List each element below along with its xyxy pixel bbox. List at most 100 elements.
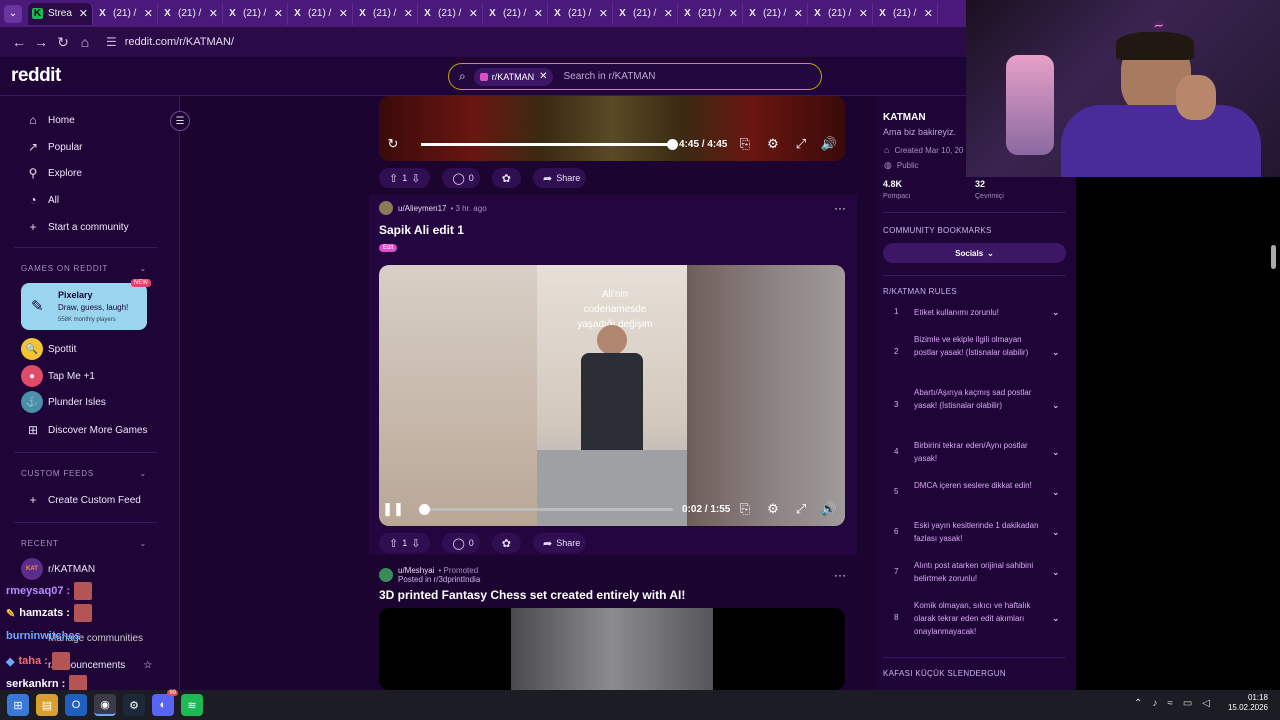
browser-tab[interactable]: X (21) / ✕ [353,2,418,25]
upvote-icon[interactable]: ⇧ [389,172,398,185]
browser-tab[interactable]: X (21) / ✕ [613,2,678,25]
share-button[interactable]: ➦ Share [533,168,587,188]
close-tab-icon[interactable]: ✕ [664,7,673,20]
close-tab-icon[interactable]: ✕ [339,7,348,20]
comments-button[interactable]: ◯ 0 [442,533,480,553]
site-info-icon[interactable]: ☰ [106,35,117,49]
close-tab-icon[interactable]: ✕ [534,7,543,20]
chevron-down-icon[interactable]: ⌄ [1052,307,1060,320]
browser-tab[interactable]: X (21) / ✕ [158,2,223,25]
forward-icon[interactable]: → [30,34,52,50]
close-tab-icon[interactable]: ✕ [209,7,218,20]
display-icon[interactable]: ▭ [1183,698,1192,709]
recent-item-katman[interactable]: KAT r/KATMAN [21,558,95,580]
more-options-icon[interactable]: ··· [834,201,846,215]
browser-tab[interactable]: X (21) / ✕ [418,2,483,25]
chevron-up-icon[interactable]: ⌃ [1134,698,1142,709]
gear-icon[interactable]: ⚙ [759,501,787,517]
chevron-down-icon[interactable]: ⌄ [1052,600,1060,638]
sidebar-item-start-community[interactable]: + Start a community [26,220,128,234]
games-section-header[interactable]: GAMES ON REDDIT ⌄ [21,264,147,273]
chevron-down-icon[interactable]: ⌄ [1052,520,1060,546]
search-input[interactable]: Search in r/KATMAN [563,71,655,82]
game-item-tapme[interactable]: ● Tap Me +1 [21,365,95,387]
award-button[interactable]: ✿ [491,533,521,553]
start-icon[interactable]: ⊞ [7,694,29,716]
browser-tab[interactable]: X (21) / ✕ [548,2,613,25]
replay-icon[interactable]: ↻ [379,136,407,152]
sidebar-item-popular[interactable]: ↗ Popular [26,140,83,154]
seek-bar[interactable] [421,143,673,146]
community-chip[interactable]: r/KATMAN ✕ [473,67,554,86]
posted-in[interactable]: Posted in r/3dprintIndia [398,575,480,584]
speaker-icon[interactable]: ◁ [1202,698,1210,709]
spotify-icon[interactable]: ≋ [181,694,203,716]
post-title[interactable]: 3D printed Fantasy Chess set created ent… [379,588,685,602]
close-tab-icon[interactable]: ✕ [729,7,738,20]
close-tab-icon[interactable]: ✕ [404,7,413,20]
volume-icon[interactable]: 🔊 [815,501,843,517]
post-author[interactable]: u/Meshyai [398,566,434,575]
back-icon[interactable]: ← [8,34,30,50]
collapse-sidebar-icon[interactable]: ☰ [170,111,190,131]
post-author[interactable]: u/Alieymen17 [398,204,446,213]
volume-icon[interactable]: 🔊 [815,136,843,152]
rule-item[interactable]: 2 Bizimle ve ekiple ilgili olmayan postla… [894,334,1064,360]
browser-tab[interactable]: X (21) / ✕ [93,2,158,25]
browser-tab[interactable]: X (21) / ✕ [288,2,353,25]
chevron-down-icon[interactable]: ⌄ [1052,480,1060,498]
close-tab-icon[interactable]: ✕ [469,7,478,20]
chevron-down-icon[interactable]: ⌄ [1052,560,1060,586]
browser-tab[interactable]: K Strea ✕ [28,2,93,25]
wifi-icon[interactable]: ≈ [1167,698,1173,709]
sidebar-item-home[interactable]: ⌂ Home [26,113,74,127]
sidebar-item-explore[interactable]: ⚲ Explore [26,166,82,180]
fullscreen-icon[interactable]: ⤢ [787,136,815,152]
captions-icon[interactable]: ⎘ [731,136,759,152]
close-tab-icon[interactable]: ✕ [794,7,803,20]
seek-handle[interactable] [419,504,431,515]
avatar[interactable] [379,568,393,582]
pause-icon[interactable]: ❚❚ [379,501,407,517]
steam-icon[interactable]: ⚙ [123,694,145,716]
close-tab-icon[interactable]: ✕ [79,7,88,20]
downvote-icon[interactable]: ⇩ [411,537,420,550]
discover-games[interactable]: ⊞ Discover More Games [26,423,148,437]
browser-tab[interactable]: X (21) / ✕ [808,2,873,25]
star-icon[interactable]: ☆ [143,660,152,671]
sidebar-item-all[interactable]: ◔ All [26,193,59,207]
browser-tab[interactable]: X (21) / ✕ [743,2,808,25]
post1-video[interactable]: ↻ 4:45 / 4:45 ⎘ ⚙ ⤢ 🔊 [379,96,845,161]
reload-icon[interactable]: ↻ [52,34,74,51]
chevron-down-icon[interactable]: ⌄ [1052,387,1060,413]
close-tab-icon[interactable]: ✕ [144,7,153,20]
create-custom-feed[interactable]: + Create Custom Feed [26,493,140,507]
tab-menu-icon[interactable]: ⌄ [4,4,22,23]
more-options-icon[interactable]: ··· [834,568,846,582]
game-item-plunder[interactable]: ⚓ Plunder Isles [21,391,106,413]
close-tab-icon[interactable]: ✕ [859,7,868,20]
game-item-spottit[interactable]: 🔍 Spottit [21,338,76,360]
chip-close-icon[interactable]: ✕ [539,71,547,82]
discord-icon[interactable]: ◐ 99 [152,690,178,716]
rule-item[interactable]: 5 DMCA içeren seslere dikkat edin! ⌄ [894,480,1064,498]
chevron-down-icon[interactable]: ⌄ [1052,334,1060,360]
reddit-logo[interactable]: reddit [11,65,61,87]
chrome-icon[interactable]: ◉ [94,694,116,716]
home-icon[interactable]: ⌂ [74,34,96,50]
url-text[interactable]: reddit.com/r/KATMAN/ [125,36,234,48]
fullscreen-icon[interactable]: ⤢ [787,501,815,517]
scrollbar-thumb[interactable] [1271,245,1276,269]
close-tab-icon[interactable]: ✕ [924,7,933,20]
share-button[interactable]: ➦ Share [533,533,587,553]
post-flair[interactable]: Edit [379,244,398,252]
rule-item[interactable]: 6 Eski yayın kesitlerinde 1 dakikadan faz… [894,520,1064,546]
upvote-icon[interactable]: ⇧ [389,537,398,550]
browser-tab[interactable]: X (21) / ✕ [678,2,743,25]
rule-item[interactable]: 4 Birbirini tekrar eden/Aynı postlar yasa… [894,440,1064,466]
outlook-icon[interactable]: O [65,694,87,716]
post-title[interactable]: Sapik Ali edit 1 [379,223,464,237]
gear-icon[interactable]: ⚙ [759,136,787,152]
mic-icon[interactable]: ♪ [1152,698,1157,709]
chevron-down-icon[interactable]: ⌄ [1052,440,1060,466]
